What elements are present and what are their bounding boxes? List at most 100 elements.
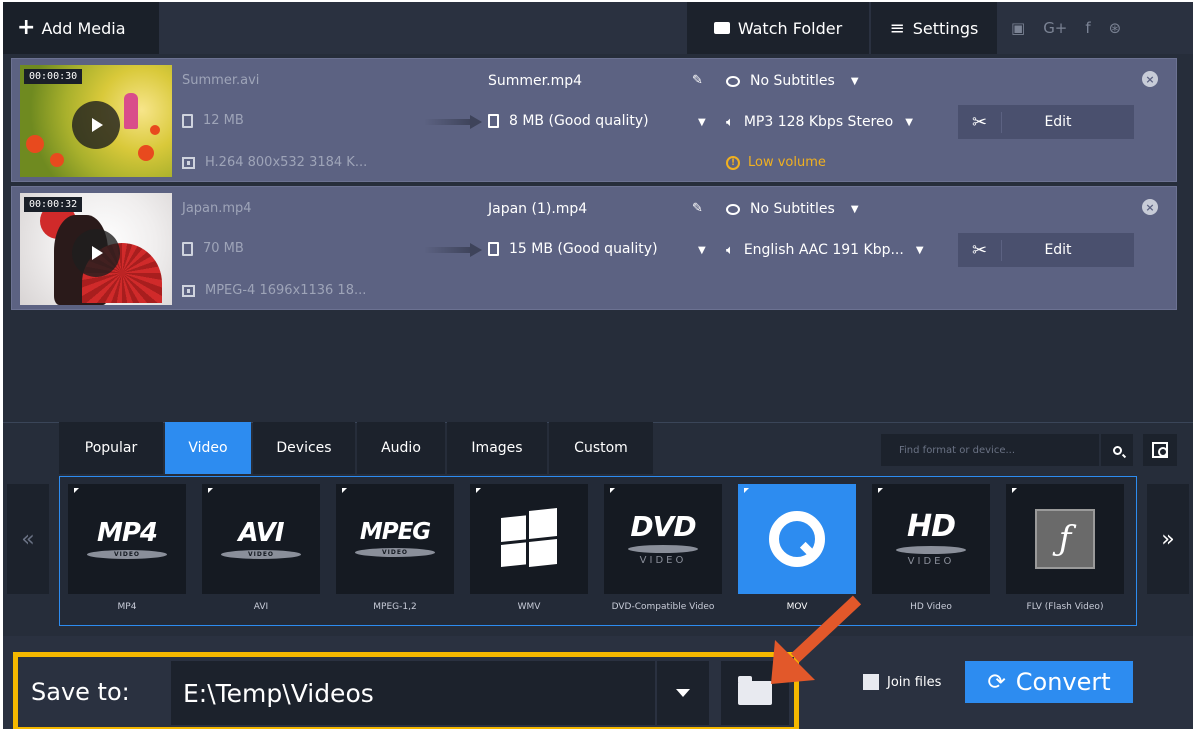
- top-toolbar: + Add Media Watch Folder ≡ Settings ▣ G+…: [3, 2, 1193, 54]
- file-icon: [182, 241, 193, 256]
- timecode: 00:00:30: [24, 69, 83, 84]
- audio-dropdown[interactable]: 🔈︎ MP3 128 Kbps Stereo ▼: [726, 114, 913, 130]
- flash-logo-icon: ƒ: [1035, 509, 1095, 569]
- convert-label: Convert: [1015, 668, 1111, 696]
- arrow-right-icon: [424, 243, 484, 257]
- format-label: FLV (Flash Video): [1026, 602, 1104, 612]
- format-wmv[interactable]: [470, 484, 588, 594]
- output-size-dropdown[interactable]: 8 MB (Good quality): [488, 113, 649, 129]
- play-icon[interactable]: [72, 101, 120, 149]
- close-icon[interactable]: ×: [1142, 199, 1158, 215]
- source-codec: MPEG-4 1696x1136 18...: [182, 283, 366, 298]
- mpeg-logo: MPEG: [359, 519, 431, 545]
- video-thumbnail[interactable]: 00:00:30: [20, 65, 172, 177]
- watch-folder-button[interactable]: Watch Folder: [687, 2, 869, 54]
- subtitles-dropdown[interactable]: No Subtitles ▼: [726, 201, 859, 217]
- speech-bubble-icon: [726, 75, 740, 87]
- format-label: MP4: [117, 602, 137, 612]
- format-flv[interactable]: ƒ: [1006, 484, 1124, 594]
- settings-label: Settings: [912, 18, 979, 38]
- format-label: HD Video: [910, 602, 952, 612]
- format-label: AVI: [253, 602, 269, 612]
- app-window: + Add Media Watch Folder ≡ Settings ▣ G+…: [3, 2, 1193, 729]
- vk-icon[interactable]: ⊛: [1109, 19, 1122, 37]
- source-size-value: 12 MB: [203, 113, 244, 128]
- format-dvd[interactable]: DVD VIDEO: [604, 484, 722, 594]
- edit-label: Edit: [1044, 242, 1072, 258]
- speaker-icon: 🔈︎: [726, 114, 734, 130]
- format-label: DVD-Compatible Video: [611, 602, 715, 612]
- plus-icon: +: [17, 15, 36, 40]
- join-files-checkbox[interactable]: Join files: [863, 674, 941, 690]
- source-size: 12 MB: [182, 113, 244, 128]
- hamburger-icon: ≡: [889, 17, 905, 39]
- format-label: WMV: [517, 602, 541, 612]
- video-thumbnail[interactable]: 00:00:32: [20, 193, 172, 305]
- facebook-icon[interactable]: f: [1085, 19, 1090, 37]
- warning-text: Low volume: [748, 155, 826, 170]
- play-icon[interactable]: [72, 229, 120, 277]
- settings-button[interactable]: ≡ Settings: [871, 2, 997, 54]
- warning-icon: !: [726, 155, 740, 170]
- output-size-value: 8 MB (Good quality): [509, 113, 649, 129]
- warning-message: ! Low volume: [726, 155, 826, 170]
- source-codec-value: MPEG-4 1696x1136 18...: [205, 283, 367, 298]
- mp4-logo: MP4: [96, 517, 158, 548]
- edit-button[interactable]: ✂︎ Edit: [958, 233, 1134, 267]
- audio-dropdown[interactable]: 🔈︎ English AAC 191 Kbp... ▼: [726, 242, 924, 258]
- source-size: 70 MB: [182, 241, 244, 256]
- format-mpeg[interactable]: MPEG VIDEO: [336, 484, 454, 594]
- disc-icon: [628, 544, 698, 553]
- watch-folder-label: Watch Folder: [737, 18, 843, 38]
- pencil-icon[interactable]: ✎: [692, 73, 703, 88]
- film-icon: [182, 156, 195, 169]
- search-icon: [1112, 445, 1122, 455]
- google-plus-icon[interactable]: G+: [1043, 19, 1067, 37]
- arrow-right-icon: [424, 115, 484, 129]
- output-filename[interactable]: Japan (1).mp4: [488, 201, 587, 217]
- format-hd[interactable]: HD VIDEO: [872, 484, 990, 594]
- subtitles-dropdown[interactable]: No Subtitles ▼: [726, 73, 859, 89]
- output-size-dropdown[interactable]: 15 MB (Good quality): [488, 241, 658, 257]
- scroll-left-icon[interactable]: «: [7, 484, 49, 594]
- speech-bubble-icon: [726, 203, 740, 215]
- file-icon: [488, 242, 499, 256]
- format-mp4[interactable]: MP4 VIDEO: [68, 484, 186, 594]
- chevron-down-icon: ▼: [905, 116, 913, 128]
- tab-popular[interactable]: Popular: [59, 422, 163, 474]
- disc-label: VIDEO: [355, 548, 435, 557]
- chevron-down-icon[interactable]: ▼: [698, 245, 706, 256]
- scissors-icon: ✂︎: [958, 111, 1002, 133]
- output-filename[interactable]: Summer.mp4: [488, 73, 582, 89]
- join-files-label: Join files: [887, 674, 942, 690]
- audio-value: MP3 128 Kbps Stereo: [743, 114, 894, 130]
- file-icon: [182, 113, 193, 128]
- output-size-value: 15 MB (Good quality): [509, 241, 658, 257]
- search-button[interactable]: [1101, 434, 1133, 466]
- checkbox[interactable]: [863, 674, 879, 690]
- add-media-button[interactable]: + Add Media: [3, 2, 159, 54]
- youtube-icon[interactable]: ▣: [1011, 19, 1025, 37]
- quicktime-logo-icon: [769, 511, 825, 567]
- edit-button[interactable]: ✂︎ Edit: [958, 105, 1134, 139]
- format-avi[interactable]: AVI VIDEO: [202, 484, 320, 594]
- tab-custom[interactable]: Custom: [549, 422, 653, 474]
- tab-audio[interactable]: Audio: [357, 422, 445, 474]
- tab-video[interactable]: Video: [165, 422, 251, 474]
- tab-devices[interactable]: Devices: [253, 422, 355, 474]
- pencil-icon[interactable]: ✎: [692, 201, 703, 216]
- format-mov[interactable]: [738, 484, 856, 594]
- convert-button[interactable]: ⟳ Convert: [965, 661, 1133, 703]
- media-row[interactable]: 00:00:30 Summer.avi 12 MB H.264 800x532 …: [11, 58, 1177, 182]
- tab-images[interactable]: Images: [447, 422, 547, 474]
- detect-device-button[interactable]: [1143, 434, 1177, 466]
- media-row[interactable]: 00:00:32 Japan.mp4 70 MB MPEG-4 1696x113…: [11, 186, 1177, 310]
- scroll-right-icon[interactable]: »: [1147, 484, 1189, 594]
- close-icon[interactable]: ×: [1142, 71, 1158, 87]
- search-input[interactable]: Find format or device...: [881, 434, 1099, 466]
- source-codec-value: H.264 800x532 3184 K...: [205, 155, 368, 170]
- dvd-logo: DVD: [630, 509, 696, 543]
- chevron-down-icon[interactable]: ▼: [698, 117, 706, 128]
- device-search-icon: [1152, 442, 1168, 458]
- subtitles-value: No Subtitles: [750, 201, 835, 217]
